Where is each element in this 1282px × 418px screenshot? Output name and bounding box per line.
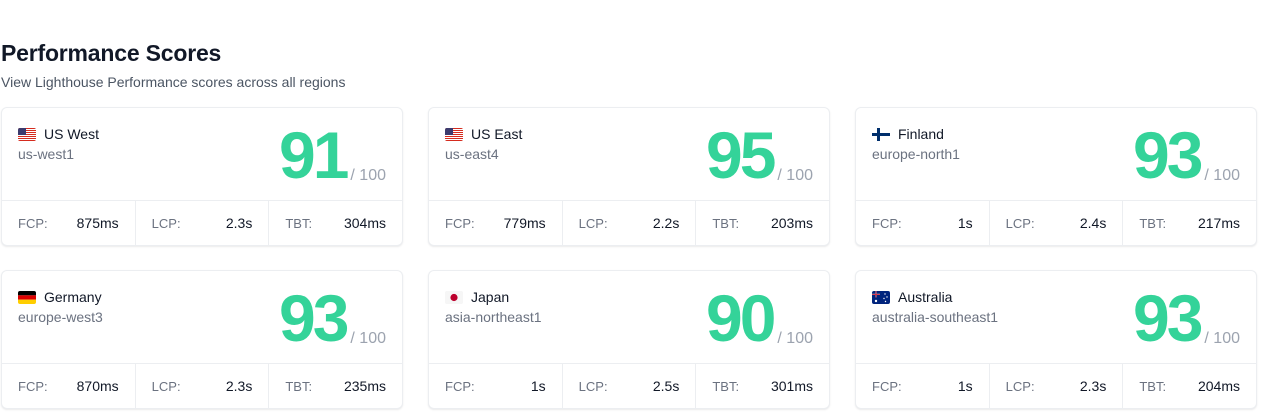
metrics-row: FCP: 1s LCP: 2.5s TBT: 301ms: [429, 363, 829, 408]
metric-value: 2.4s: [1079, 215, 1107, 231]
metric-label: TBT:: [285, 215, 313, 231]
japan-flag-icon: [445, 290, 463, 304]
region-name: Japan: [471, 289, 510, 305]
metric-tbt: TBT: 217ms: [1123, 201, 1256, 245]
metric-tbt: TBT: 204ms: [1123, 364, 1256, 408]
finland-flag-icon: [872, 127, 890, 141]
metric-label: FCP:: [445, 378, 475, 394]
region-code: us-east4: [445, 146, 499, 162]
metric-fcp: FCP: 779ms: [429, 201, 563, 245]
metrics-row: FCP: 779ms LCP: 2.2s TBT: 203ms: [429, 200, 829, 245]
metric-fcp: FCP: 1s: [429, 364, 563, 408]
germany-flag-icon: [18, 290, 36, 304]
region-code: australia-southeast1: [872, 309, 999, 325]
us-flag-icon: [445, 127, 463, 141]
region-name: Australia: [898, 289, 953, 305]
region-card-us-west: US West us-west1 91 / 100 FCP: 875ms LCP:…: [1, 107, 403, 246]
metric-value: 2.3s: [1079, 378, 1107, 394]
region-card-finland: Finland europe-north1 93 / 100 FCP: 1s LC…: [855, 107, 1257, 246]
metric-lcp: LCP: 2.2s: [563, 201, 697, 245]
metric-label: FCP:: [18, 215, 48, 231]
metrics-row: FCP: 1s LCP: 2.3s TBT: 204ms: [856, 363, 1256, 408]
region-code: asia-northeast1: [445, 309, 542, 325]
region-card-germany: Germany europe-west3 93 / 100 FCP: 870ms …: [1, 270, 403, 409]
metric-value: 1s: [957, 378, 973, 394]
metric-lcp: LCP: 2.3s: [990, 364, 1124, 408]
metric-value: 301ms: [770, 378, 814, 394]
metric-value: 2.5s: [652, 378, 680, 394]
score-max: / 100: [777, 330, 813, 347]
region-name: Finland: [898, 126, 944, 142]
score-max: / 100: [350, 330, 386, 347]
metric-label: FCP:: [18, 378, 48, 394]
metric-value: 203ms: [770, 215, 814, 231]
metrics-row: FCP: 875ms LCP: 2.3s TBT: 304ms: [2, 200, 402, 245]
metric-value: 217ms: [1197, 215, 1241, 231]
metric-value: 2.3s: [225, 378, 253, 394]
metric-label: FCP:: [445, 215, 475, 231]
metric-value: 1s: [957, 215, 973, 231]
metric-label: LCP:: [151, 378, 181, 394]
page-header: Performance Scores View Lighthouse Perfo…: [1, 39, 345, 91]
score-max: / 100: [1204, 167, 1240, 184]
australia-flag-icon: [872, 290, 890, 304]
score-max: / 100: [777, 167, 813, 184]
region-code: us-west1: [18, 146, 75, 162]
metric-label: FCP:: [872, 215, 902, 231]
performance-score: 91: [278, 118, 349, 192]
metrics-row: FCP: 870ms LCP: 2.3s TBT: 235ms: [2, 363, 402, 408]
metric-label: TBT:: [1139, 378, 1167, 394]
metric-value: 1s: [530, 378, 546, 394]
metric-lcp: LCP: 2.5s: [563, 364, 697, 408]
metric-lcp: LCP: 2.3s: [136, 201, 270, 245]
metric-value: 875ms: [76, 215, 119, 231]
region-card-australia: Australia australia-southeast1 93 / 100 …: [855, 270, 1257, 409]
metric-value: 204ms: [1197, 378, 1241, 394]
metric-tbt: TBT: 203ms: [696, 201, 829, 245]
region-name: Germany: [44, 289, 102, 305]
metric-label: FCP:: [872, 378, 902, 394]
metric-label: TBT:: [712, 378, 740, 394]
performance-score: 93: [1132, 281, 1203, 355]
metric-label: LCP:: [578, 215, 608, 231]
region-card-japan: Japan asia-northeast1 90 / 100 FCP: 1s LC…: [428, 270, 830, 409]
metric-lcp: LCP: 2.4s: [990, 201, 1124, 245]
us-flag-icon: [18, 127, 36, 141]
metric-value: 779ms: [503, 215, 546, 231]
metric-tbt: TBT: 304ms: [269, 201, 402, 245]
metric-fcp: FCP: 1s: [856, 364, 990, 408]
performance-score: 93: [278, 281, 349, 355]
metric-label: TBT:: [712, 215, 740, 231]
metric-tbt: TBT: 235ms: [269, 364, 402, 408]
region-code: europe-north1: [872, 146, 960, 162]
performance-score: 93: [1132, 118, 1203, 192]
metric-value: 304ms: [343, 215, 387, 231]
score-max: / 100: [350, 167, 386, 184]
metric-fcp: FCP: 1s: [856, 201, 990, 245]
page-subtitle: View Lighthouse Performance scores acros…: [1, 74, 346, 90]
performance-score: 90: [705, 281, 776, 355]
score-max: / 100: [1204, 330, 1240, 347]
metric-value: 2.2s: [652, 215, 680, 231]
metric-tbt: TBT: 301ms: [696, 364, 829, 408]
metric-value: 870ms: [76, 378, 119, 394]
metric-fcp: FCP: 870ms: [2, 364, 136, 408]
metric-value: 235ms: [343, 378, 387, 394]
metric-fcp: FCP: 875ms: [2, 201, 136, 245]
metric-label: LCP:: [1005, 215, 1035, 231]
metric-label: TBT:: [1139, 215, 1167, 231]
metric-lcp: LCP: 2.3s: [136, 364, 270, 408]
page-title: Performance Scores: [1, 40, 222, 66]
region-card-us-east: US East us-east4 95 / 100 FCP: 779ms LCP:…: [428, 107, 830, 246]
region-name: US West: [44, 126, 99, 142]
region-name: US East: [471, 126, 523, 142]
metrics-row: FCP: 1s LCP: 2.4s TBT: 217ms: [856, 200, 1256, 245]
metric-label: LCP:: [151, 215, 181, 231]
region-code: europe-west3: [18, 309, 103, 325]
performance-score: 95: [705, 118, 776, 192]
metric-label: LCP:: [1005, 378, 1035, 394]
metric-label: LCP:: [578, 378, 608, 394]
metric-value: 2.3s: [225, 215, 253, 231]
metric-label: TBT:: [285, 378, 313, 394]
